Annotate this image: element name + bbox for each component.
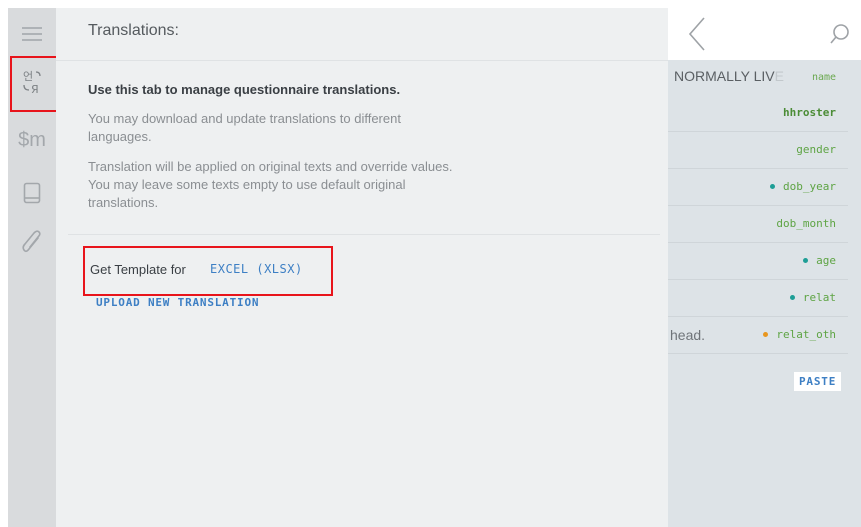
question-row[interactable]: relat <box>668 281 848 317</box>
row-variable: gender <box>796 143 836 156</box>
question-row[interactable]: age <box>668 244 848 280</box>
question-row[interactable]: dob_year <box>668 170 848 206</box>
questionnaire-panel: NORMALLY LIVE name hhroster gender dob_y… <box>668 8 861 527</box>
status-dot <box>803 257 809 263</box>
panel-title: Translations: <box>88 22 179 39</box>
status-dot <box>770 183 776 189</box>
question-header-text: NORMALLY LIVE <box>674 68 784 84</box>
intro-heading: Use this tab to manage questionnaire tra… <box>88 82 401 97</box>
question-row[interactable]: hhroster <box>668 96 848 132</box>
status-dot <box>763 331 769 337</box>
section-divider <box>68 234 660 235</box>
question-row[interactable]: gender <box>668 133 848 169</box>
row-variable: relat <box>802 291 836 304</box>
intro-paragraph-override: Translation will be applied on original … <box>88 159 453 210</box>
back-arrow-icon[interactable] <box>682 14 712 54</box>
paste-button[interactable]: PASTE <box>794 372 842 391</box>
row-variable: dob_month <box>776 217 836 230</box>
row-text-fragment: head. <box>670 327 706 343</box>
search-icon[interactable] <box>828 22 852 46</box>
right-toolbar <box>668 8 861 60</box>
title-divider <box>56 60 668 61</box>
row-variable: relat_oth <box>776 328 836 341</box>
row-variable: dob_year <box>783 180 836 193</box>
question-row[interactable]: head. relat_oth <box>668 318 848 354</box>
template-highlight-box <box>83 246 333 296</box>
upload-translation-link[interactable]: UPLOAD NEW TRANSLATION <box>96 296 259 309</box>
question-row[interactable]: dob_month <box>668 207 848 243</box>
intro-paragraph-download: You may download and update translations… <box>88 111 401 144</box>
book-icon[interactable] <box>8 173 56 213</box>
row-variable: hhroster <box>783 106 836 119</box>
hamburger-menu-icon[interactable] <box>8 14 56 54</box>
header-variable-name: name <box>812 72 837 83</box>
row-variable: age <box>816 254 836 267</box>
paperclip-icon[interactable] <box>8 223 56 263</box>
status-dot <box>789 294 795 300</box>
macros-icon[interactable]: $m <box>8 120 56 160</box>
